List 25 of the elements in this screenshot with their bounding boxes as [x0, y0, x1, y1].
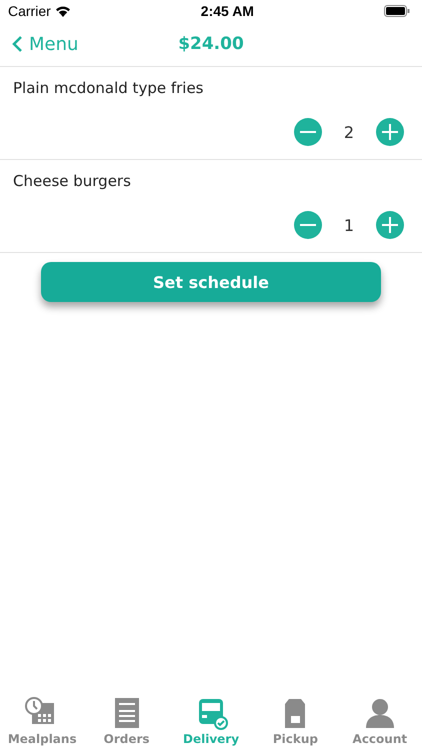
back-button[interactable]: Menu — [0, 34, 78, 54]
plus-icon — [382, 217, 398, 233]
carrier-label: Carrier — [8, 3, 51, 19]
status-time: 2:45 AM — [200, 3, 254, 19]
minus-icon — [300, 224, 316, 226]
set-schedule-button[interactable]: Set schedule — [41, 262, 381, 302]
plus-icon — [382, 124, 398, 140]
tab-item[interactable]: Mealplans — [0, 692, 84, 750]
minus-icon — [300, 131, 316, 133]
decrease-button[interactable] — [294, 118, 322, 146]
tab-item[interactable]: Pickup — [253, 692, 338, 750]
increase-button[interactable] — [376, 118, 404, 146]
chevron-left-icon — [12, 35, 23, 53]
order-total: $24.00 — [178, 34, 244, 54]
quantity-value: 2 — [342, 122, 356, 142]
tab-item[interactable]: Delivery — [168, 692, 254, 750]
increase-button[interactable] — [376, 211, 404, 239]
quantity-value: 1 — [342, 216, 356, 234]
battery-icon — [384, 5, 410, 17]
tab-item[interactable]: Orders — [84, 692, 169, 750]
decrease-button[interactable] — [294, 211, 322, 239]
tab-item[interactable]: Account — [338, 692, 422, 750]
item-name: Plain mcdonald type fries — [13, 79, 204, 97]
item-name: Cheese burgers — [13, 172, 132, 190]
wifi-icon — [54, 5, 71, 17]
